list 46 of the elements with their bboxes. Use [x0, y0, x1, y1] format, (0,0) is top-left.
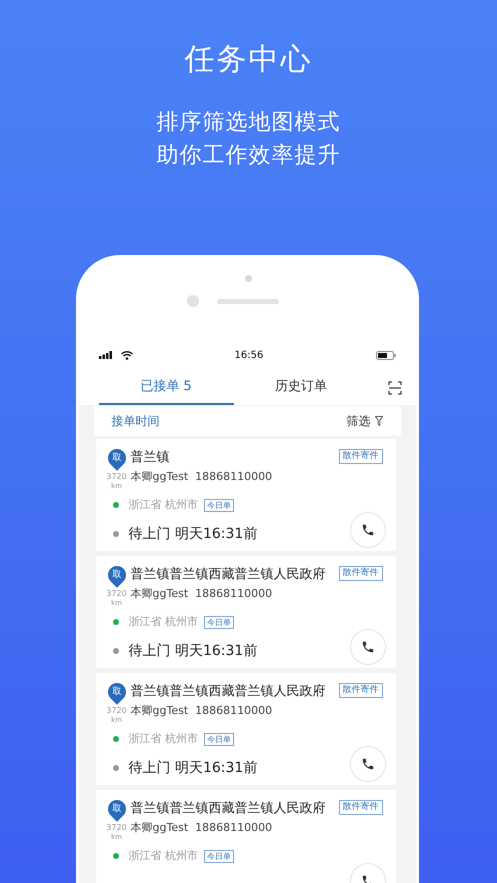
region-text: 浙江省 杭州市 — [128, 614, 198, 630]
pickup-status: 待上门 明天16:31前 — [128, 642, 258, 660]
battery-icon — [376, 350, 396, 360]
pickup-address: 普兰镇普兰镇西藏普兰镇人民政府 — [130, 566, 326, 584]
distance-value: 3720 — [106, 823, 127, 833]
contact-info: 本卿ggTest 18868110000 — [130, 703, 274, 719]
order-type-tag: 散件寄件 — [338, 566, 382, 581]
today-badge: 今日单 — [204, 850, 234, 863]
today-badge: 今日单 — [204, 732, 234, 746]
wifi-icon — [120, 350, 132, 360]
call-button[interactable] — [350, 746, 386, 782]
filter-icon — [374, 416, 382, 426]
promo-subtitle: 助你工作效率提升 — [156, 142, 340, 170]
order-type-tag: 散件寄件 — [338, 449, 382, 464]
speaker-grille — [216, 299, 278, 304]
scan-icon[interactable] — [388, 380, 402, 394]
contact-info: 本卿ggTest 18868110000 — [130, 469, 272, 485]
region-text: 浙江省 杭州市 — [128, 497, 198, 513]
tab[interactable]: 历史订单 — [234, 370, 368, 405]
distance-value: 3720 — [106, 472, 127, 482]
region-text: 浙江省 杭州市 — [128, 731, 198, 747]
pickup-address: 普兰镇普兰镇西藏普兰镇人民政府 — [130, 683, 326, 701]
call-button[interactable] — [350, 629, 386, 665]
contact-info: 本卿ggTest 18868110000 — [130, 820, 274, 836]
order-type-tag: 散件寄件 — [338, 683, 382, 698]
distance-value: 3720 — [106, 706, 127, 716]
phone-icon — [360, 523, 374, 537]
phone-icon — [360, 757, 374, 771]
pickup-address: 普兰镇普兰镇西藏普兰镇人民政府 — [130, 800, 326, 818]
promo-title: 任务中心 — [184, 41, 312, 79]
promo-subtitle: 排序筛选地图模式 — [156, 109, 340, 137]
today-badge: 今日单 — [204, 498, 234, 512]
pickup-address: 普兰镇 — [130, 449, 170, 467]
region-text: 浙江省 杭州市 — [128, 848, 198, 864]
filter-button[interactable]: 筛选 — [346, 412, 382, 430]
status-time: 16:56 — [234, 348, 264, 362]
order-type-tag: 散件寄件 — [338, 800, 382, 815]
call-button[interactable] — [350, 512, 386, 548]
sort-button[interactable]: 接单时间 — [112, 412, 160, 430]
signal-icon — [98, 351, 112, 359]
phone-icon — [360, 640, 374, 654]
distance-value: 3720 — [106, 589, 127, 599]
today-badge: 今日单 — [204, 616, 234, 629]
pickup-status: 待上门 明天16:31前 — [128, 524, 258, 544]
pickup-status: 待上门 明天16:31前 — [128, 758, 258, 778]
contact-info: 本卿ggTest 18868110000 — [130, 586, 274, 602]
